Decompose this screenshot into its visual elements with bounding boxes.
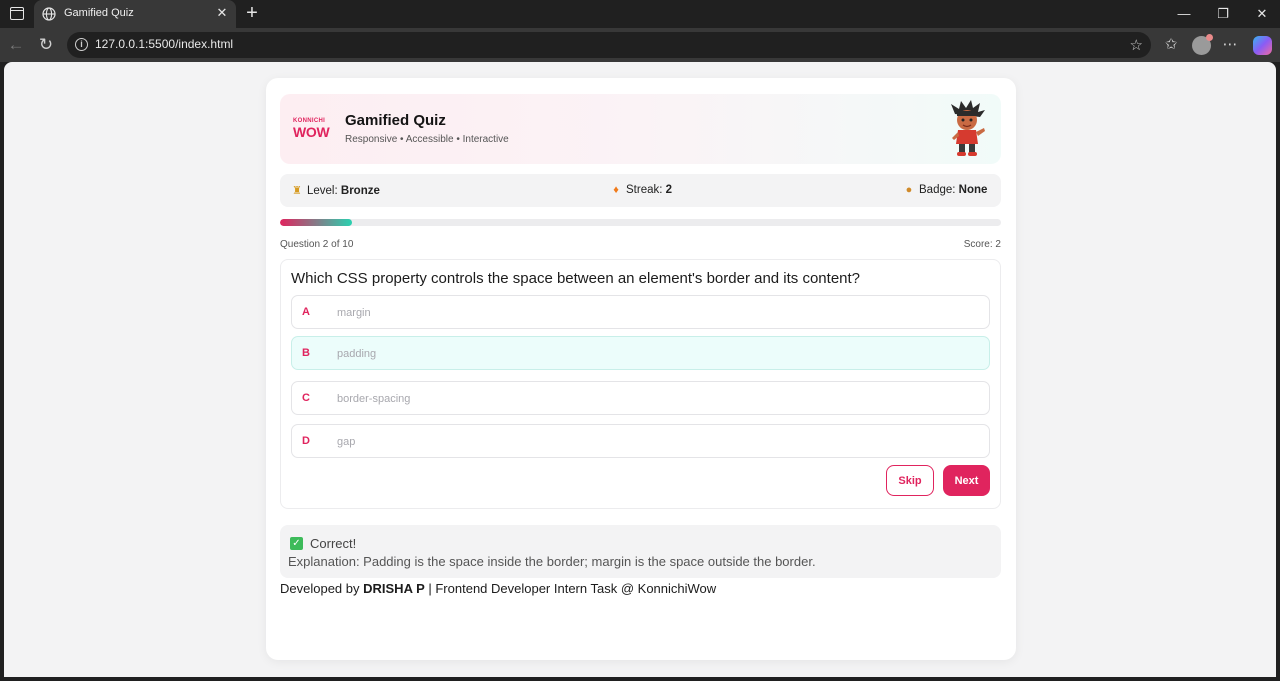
address-bar-row: ← ↻ i 127.0.0.1:5500/index.html ☆ ✩ ⋯ [0, 28, 1280, 62]
close-window-icon[interactable]: ✕ [1251, 4, 1273, 24]
checkmark-icon: ✓ [290, 537, 303, 550]
copilot-icon[interactable] [1253, 36, 1272, 55]
quiz-header: KONNICHI WOW Gamified Quiz Responsive • … [280, 94, 1001, 164]
favorites-icon[interactable]: ✩ [1161, 35, 1181, 55]
url-text: 127.0.0.1:5500/index.html [95, 37, 234, 51]
restore-icon[interactable]: ❐ [1212, 4, 1234, 24]
level-value: Bronze [340, 185, 380, 197]
score-label: Score: 2 [963, 239, 1001, 250]
tab-title: Gamified Quiz [64, 7, 134, 19]
mascot-icon [951, 100, 985, 156]
back-icon[interactable]: ← [6, 35, 26, 55]
question-box: Which CSS property controls the space be… [280, 259, 1001, 509]
new-tab-icon[interactable]: + [243, 3, 261, 23]
option-a[interactable]: A margin [291, 295, 990, 329]
fire-icon: ♦ [613, 184, 619, 196]
stats-bar: ♜ Level: Bronze ♦ Streak: 2 ● Badge: None [280, 174, 1001, 207]
reload-icon[interactable]: ↻ [36, 35, 56, 55]
globe-icon [42, 7, 56, 21]
window-menu-icon[interactable] [10, 7, 24, 20]
feedback-panel: ✓ Correct! Explanation: Padding is the s… [280, 525, 1001, 578]
progress-fill [280, 219, 353, 226]
badge-value: None [958, 184, 988, 196]
option-b[interactable]: B padding [291, 336, 990, 370]
footer-credit: Developed by DRISHA P | Frontend Develop… [280, 581, 717, 596]
browser-tab[interactable]: Gamified Quiz ✕ [34, 0, 236, 28]
option-c[interactable]: C border-spacing [291, 381, 990, 415]
favorite-star-icon[interactable]: ☆ [1130, 36, 1143, 54]
konnichiwow-logo: KONNICHI WOW [293, 118, 330, 140]
question-text: Which CSS property controls the space be… [291, 270, 861, 287]
close-tab-icon[interactable]: ✕ [214, 5, 230, 21]
next-button[interactable]: Next [943, 465, 990, 496]
page-title: Gamified Quiz [345, 112, 446, 129]
minimize-icon[interactable]: — [1173, 4, 1195, 24]
info-icon[interactable]: i [75, 38, 88, 51]
page-subtitle: Responsive • Accessible • Interactive [345, 134, 509, 145]
streak-stat: ♦ Streak: 2 [610, 184, 672, 196]
feedback-title: Correct! [310, 536, 357, 551]
feedback-explanation: Explanation: Padding is the space inside… [288, 554, 816, 569]
trophy-icon: ♜ [292, 185, 302, 197]
url-field[interactable]: i 127.0.0.1:5500/index.html ☆ [67, 32, 1151, 58]
question-counter: Question 2 of 10 [280, 239, 354, 250]
level-stat: ♜ Level: Bronze [292, 185, 380, 197]
browser-tab-bar: Gamified Quiz ✕ + — ❐ ✕ [0, 0, 1280, 28]
streak-value: 2 [665, 184, 673, 196]
skip-button[interactable]: Skip [886, 465, 934, 496]
progress-bar [280, 219, 1001, 226]
quiz-card: KONNICHI WOW Gamified Quiz Responsive • … [266, 78, 1016, 660]
badge-stat: ● Badge: None [903, 184, 988, 196]
profile-avatar-icon[interactable] [1192, 34, 1213, 55]
option-d[interactable]: D gap [291, 424, 990, 458]
page-viewport: KONNICHI WOW Gamified Quiz Responsive • … [4, 62, 1276, 677]
medal-icon: ● [905, 184, 913, 196]
more-menu-icon[interactable]: ⋯ [1220, 35, 1240, 55]
author-name: DRISHA P [363, 581, 425, 596]
